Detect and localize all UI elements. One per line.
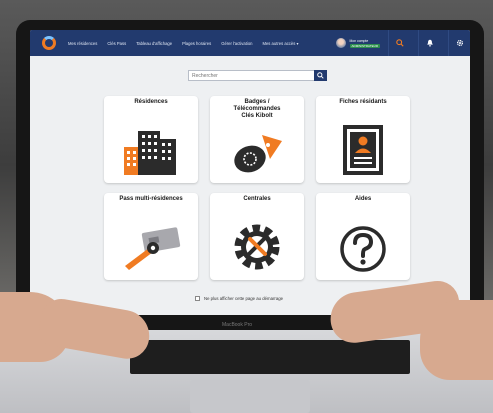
nav-item-mes-residences[interactable]: Mes résidences: [68, 41, 97, 46]
card-residences[interactable]: Résidences: [104, 96, 198, 183]
touchpad: [190, 380, 310, 413]
app-logo-icon[interactable]: [42, 36, 56, 50]
card-title: Résidences: [134, 99, 168, 105]
nav-item-cles-pass[interactable]: Clés Pass: [107, 41, 126, 46]
nav-settings-button[interactable]: [448, 30, 470, 56]
card-title: Aides: [354, 196, 372, 202]
top-navbar: Mes résidences Clés Pass Tableau d'affic…: [30, 30, 470, 56]
help-icon: [316, 224, 410, 274]
card-fiches-residants[interactable]: Fiches résidants: [316, 96, 410, 183]
right-hand: [420, 300, 493, 380]
startup-checkbox-label: Ne plus afficher cette page au démarrage: [204, 296, 283, 301]
search-button[interactable]: [314, 70, 327, 81]
key-card-icon: [104, 224, 198, 274]
footer-checkbox-row[interactable]: Ne plus afficher cette page au démarrage: [195, 296, 283, 301]
card-badges[interactable]: Badges / Télécommandes Clés Kibolt: [210, 96, 304, 183]
nav-search-button[interactable]: [388, 30, 410, 56]
user-role-badge: ADMINISTRATEUR: [349, 43, 380, 48]
nav-right: Mon compte ADMINISTRATEUR: [335, 30, 470, 56]
card-aides[interactable]: Aides: [316, 193, 410, 280]
keyboard: [130, 340, 410, 374]
user-block[interactable]: Mon compte ADMINISTRATEUR: [349, 38, 380, 48]
laptop-brand: MacBook Pro: [222, 322, 253, 328]
avatar[interactable]: [335, 38, 346, 48]
search-icon: [317, 72, 324, 79]
resident-file-icon: [316, 123, 410, 177]
startup-checkbox[interactable]: [195, 296, 200, 301]
card-pass-multi-residences[interactable]: Pass multi-résidences: [104, 193, 198, 280]
search-bar: [188, 70, 327, 81]
screen: Mes résidences Clés Pass Tableau d'affic…: [30, 30, 470, 315]
nav-notifications-button[interactable]: [418, 30, 440, 56]
card-title: Fiches résidants: [339, 99, 387, 105]
badge-remote-icon: [210, 131, 304, 177]
gear-icon: [456, 39, 463, 47]
card-title: Badges / Télécommandes Clés Kibolt: [233, 99, 281, 119]
nav-item-tableau-affichage[interactable]: Tableau d'affichage: [136, 41, 172, 46]
user-name: Mon compte: [349, 38, 369, 43]
bell-icon: [426, 39, 433, 47]
search-input[interactable]: [188, 70, 314, 81]
gear-wrench-icon: [210, 220, 304, 274]
buildings-icon: [104, 125, 198, 177]
card-title: Centrales: [243, 196, 271, 202]
nav-item-autres-acces[interactable]: Mes autres accès ▾: [262, 41, 298, 46]
card-centrales[interactable]: Centrales: [210, 193, 304, 280]
nav-item-plages-horaires[interactable]: Plages horaires: [182, 41, 211, 46]
card-title: Pass multi-résidences: [119, 196, 183, 202]
nav-item-gerer-activation[interactable]: Gérer l'activation: [221, 41, 252, 46]
search-icon: [395, 39, 404, 47]
